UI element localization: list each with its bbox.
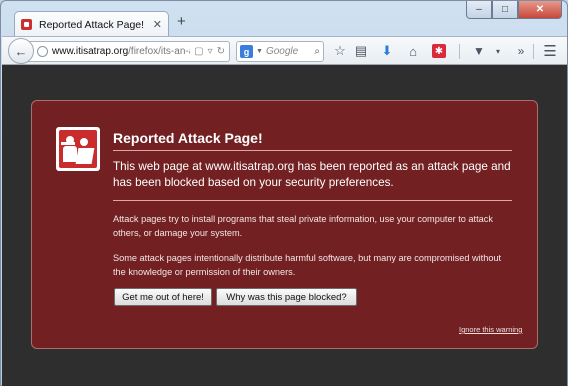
ignore-warning-link[interactable]: Ignore this warning <box>459 325 522 334</box>
google-icon[interactable]: g <box>240 45 253 58</box>
globe-icon <box>37 46 48 57</box>
url-text[interactable]: www.itisatrap.org/firefox/its-an-att <box>52 46 190 57</box>
page-content: Reported Attack Page! This web page at w… <box>2 65 567 386</box>
divider <box>113 200 512 201</box>
warning-explanation-1: Attack pages try to install programs tha… <box>113 214 493 238</box>
toolbar-separator <box>533 44 534 59</box>
window-caption-buttons: – □ ✕ <box>466 1 562 19</box>
search-placeholder: Google <box>265 46 299 57</box>
overflow-chevron-icon[interactable]: » <box>513 43 529 59</box>
divider <box>113 150 512 151</box>
tab-title: Reported Attack Page! <box>39 18 145 31</box>
toolbar-separator <box>459 44 460 59</box>
url-dropdown-icon[interactable]: ▿ <box>208 46 213 57</box>
url-host: www.itisatrap.org <box>52 46 129 57</box>
warning-favicon-icon <box>21 19 32 30</box>
close-window-button[interactable]: ✕ <box>518 1 562 19</box>
back-button[interactable]: ← <box>8 38 34 64</box>
url-path: /firefox/its-an-att <box>128 46 190 57</box>
search-bar[interactable]: g ▼ Google ⌕ <box>236 41 324 62</box>
browser-window: – □ ✕ Reported Attack Page! ✕ + ← www.it… <box>0 0 568 386</box>
url-bar[interactable]: www.itisatrap.org/firefox/its-an-att ▢ ▿… <box>22 41 230 62</box>
reader-view-icon[interactable]: ▢ <box>194 46 203 57</box>
bookmark-star-icon[interactable]: ☆ <box>332 43 348 59</box>
get-me-out-button[interactable]: Get me out of here! <box>114 288 212 306</box>
warning-explanation-2: Some attack pages intentionally distribu… <box>113 253 502 277</box>
tab-reported-attack[interactable]: Reported Attack Page! ✕ <box>14 11 169 37</box>
search-engine-dropdown-icon[interactable]: ▼ <box>256 48 263 55</box>
extension-icon[interactable]: ✱ <box>432 44 446 58</box>
warning-title: Reported Attack Page! <box>113 130 263 146</box>
search-icon[interactable]: ⌕ <box>314 46 323 57</box>
minimize-button[interactable]: – <box>466 1 492 19</box>
bookmarks-menu-icon[interactable]: ▤ <box>353 43 369 59</box>
warning-lead-text: This web page at www.itisatrap.org has b… <box>113 160 511 189</box>
hamburger-menu-icon[interactable]: ☰ <box>542 43 558 60</box>
navigation-toolbar: ← www.itisatrap.org/firefox/its-an-att ▢… <box>2 36 567 65</box>
tab-close-icon[interactable]: ✕ <box>153 18 162 31</box>
why-blocked-button[interactable]: Why was this page blocked? <box>216 288 357 306</box>
new-tab-button[interactable]: + <box>177 13 186 30</box>
attack-warning-panel: Reported Attack Page! This web page at w… <box>31 100 538 349</box>
pocket-dropdown-icon[interactable]: ▾ <box>490 43 506 59</box>
home-icon[interactable]: ⌂ <box>405 43 421 59</box>
maximize-button[interactable]: □ <box>492 1 518 19</box>
download-icon[interactable]: ⬇ <box>379 43 395 59</box>
reload-icon[interactable]: ↻ <box>217 46 225 57</box>
pocket-icon[interactable]: ▼ <box>471 43 487 59</box>
attack-warning-badge-icon <box>56 127 100 171</box>
